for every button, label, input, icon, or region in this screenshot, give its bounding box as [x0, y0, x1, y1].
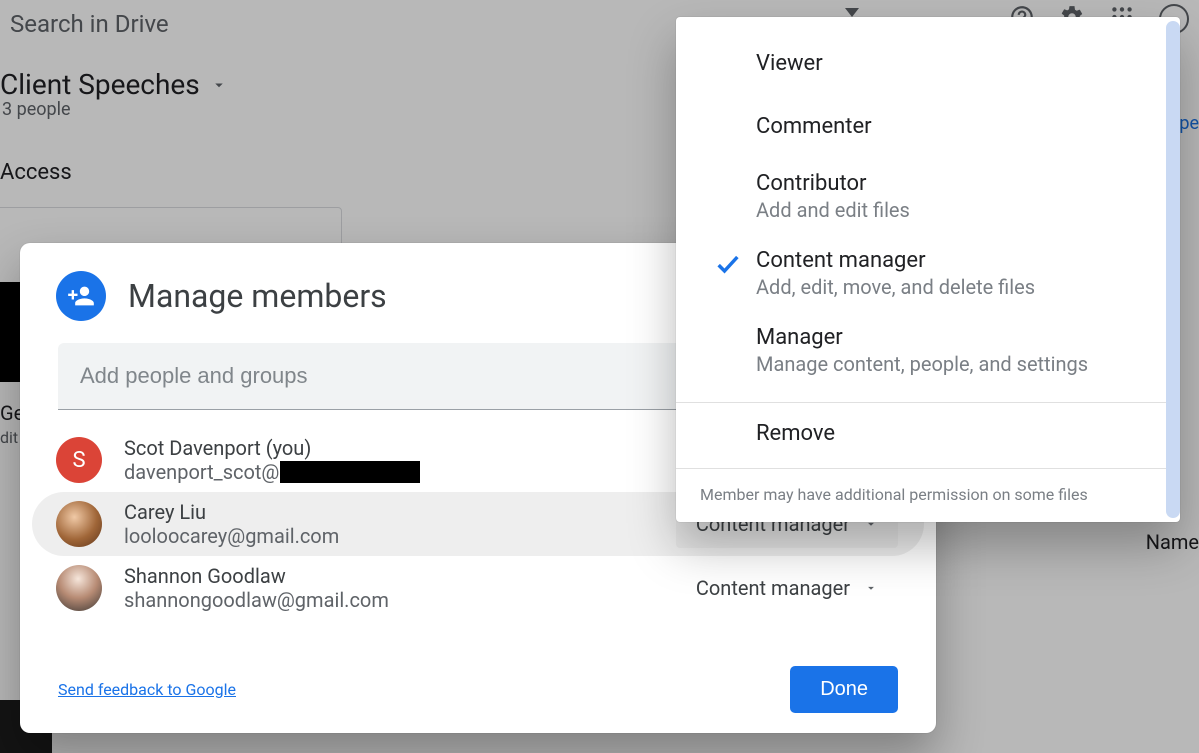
menu-separator — [676, 468, 1180, 469]
role-option-desc: Manage content, people, and settings — [756, 352, 1152, 376]
search-placeholder-text: Search in Drive — [10, 10, 169, 38]
send-feedback-link[interactable]: Send feedback to Google — [58, 680, 236, 699]
role-option-commenter[interactable]: Commenter — [676, 104, 1180, 149]
truncated-text-pe: pe — [1179, 113, 1199, 134]
folder-title: Client Speeches — [0, 68, 200, 101]
role-menu: Viewer Commenter Contributor Add and edi… — [676, 17, 1180, 522]
member-email: shannongoodlaw@gmail.com — [124, 588, 654, 612]
avatar — [56, 565, 102, 611]
role-option-title: Viewer — [756, 51, 1152, 76]
role-label: Content manager — [696, 576, 850, 600]
menu-separator — [676, 402, 1180, 403]
chevron-down-icon — [210, 76, 228, 94]
role-dropdown[interactable]: Content manager — [676, 564, 898, 612]
role-option-title: Content manager — [756, 248, 1152, 273]
column-header-name: Name — [1146, 530, 1199, 554]
member-email: looloocarey@gmail.com — [124, 524, 654, 548]
chevron-down-icon — [864, 581, 878, 595]
check-icon — [700, 248, 756, 278]
truncated-text-dit: dit — [0, 428, 18, 447]
role-option-desc: Add and edit files — [756, 198, 1152, 222]
member-name: Carey Liu — [124, 500, 654, 524]
role-option-desc: Add, edit, move, and delete files — [756, 275, 1152, 299]
role-menu-footer: Member may have additional permission on… — [676, 485, 1180, 504]
redacted-email-domain — [280, 461, 420, 483]
role-option-viewer[interactable]: Viewer — [676, 41, 1180, 86]
caret-icon — [845, 8, 859, 17]
people-count: 3 people — [2, 99, 71, 120]
scrollbar-icon[interactable] — [1166, 21, 1180, 518]
person-add-icon — [56, 271, 106, 321]
folder-title-row: Client Speeches — [0, 68, 228, 101]
access-section-label: Access — [0, 160, 72, 185]
dialog-title: Manage members — [128, 277, 387, 315]
done-button[interactable]: Done — [790, 666, 898, 713]
avatar: S — [56, 437, 102, 483]
member-name: Shannon Goodlaw — [124, 564, 654, 588]
role-option-title: Contributor — [756, 171, 1152, 196]
member-row: Shannon Goodlaw shannongoodlaw@gmail.com… — [20, 556, 936, 620]
role-option-title: Remove — [756, 421, 1152, 446]
dialog-footer: Send feedback to Google Done — [58, 666, 898, 713]
role-option-title: Commenter — [756, 114, 1152, 139]
role-option-content-manager[interactable]: Content manager Add, edit, move, and del… — [676, 238, 1180, 309]
role-option-title: Manager — [756, 325, 1152, 350]
avatar — [56, 501, 102, 547]
role-option-contributor[interactable]: Contributor Add and edit files — [676, 161, 1180, 232]
role-option-manager[interactable]: Manager Manage content, people, and sett… — [676, 315, 1180, 386]
role-option-remove[interactable]: Remove — [676, 419, 1180, 452]
